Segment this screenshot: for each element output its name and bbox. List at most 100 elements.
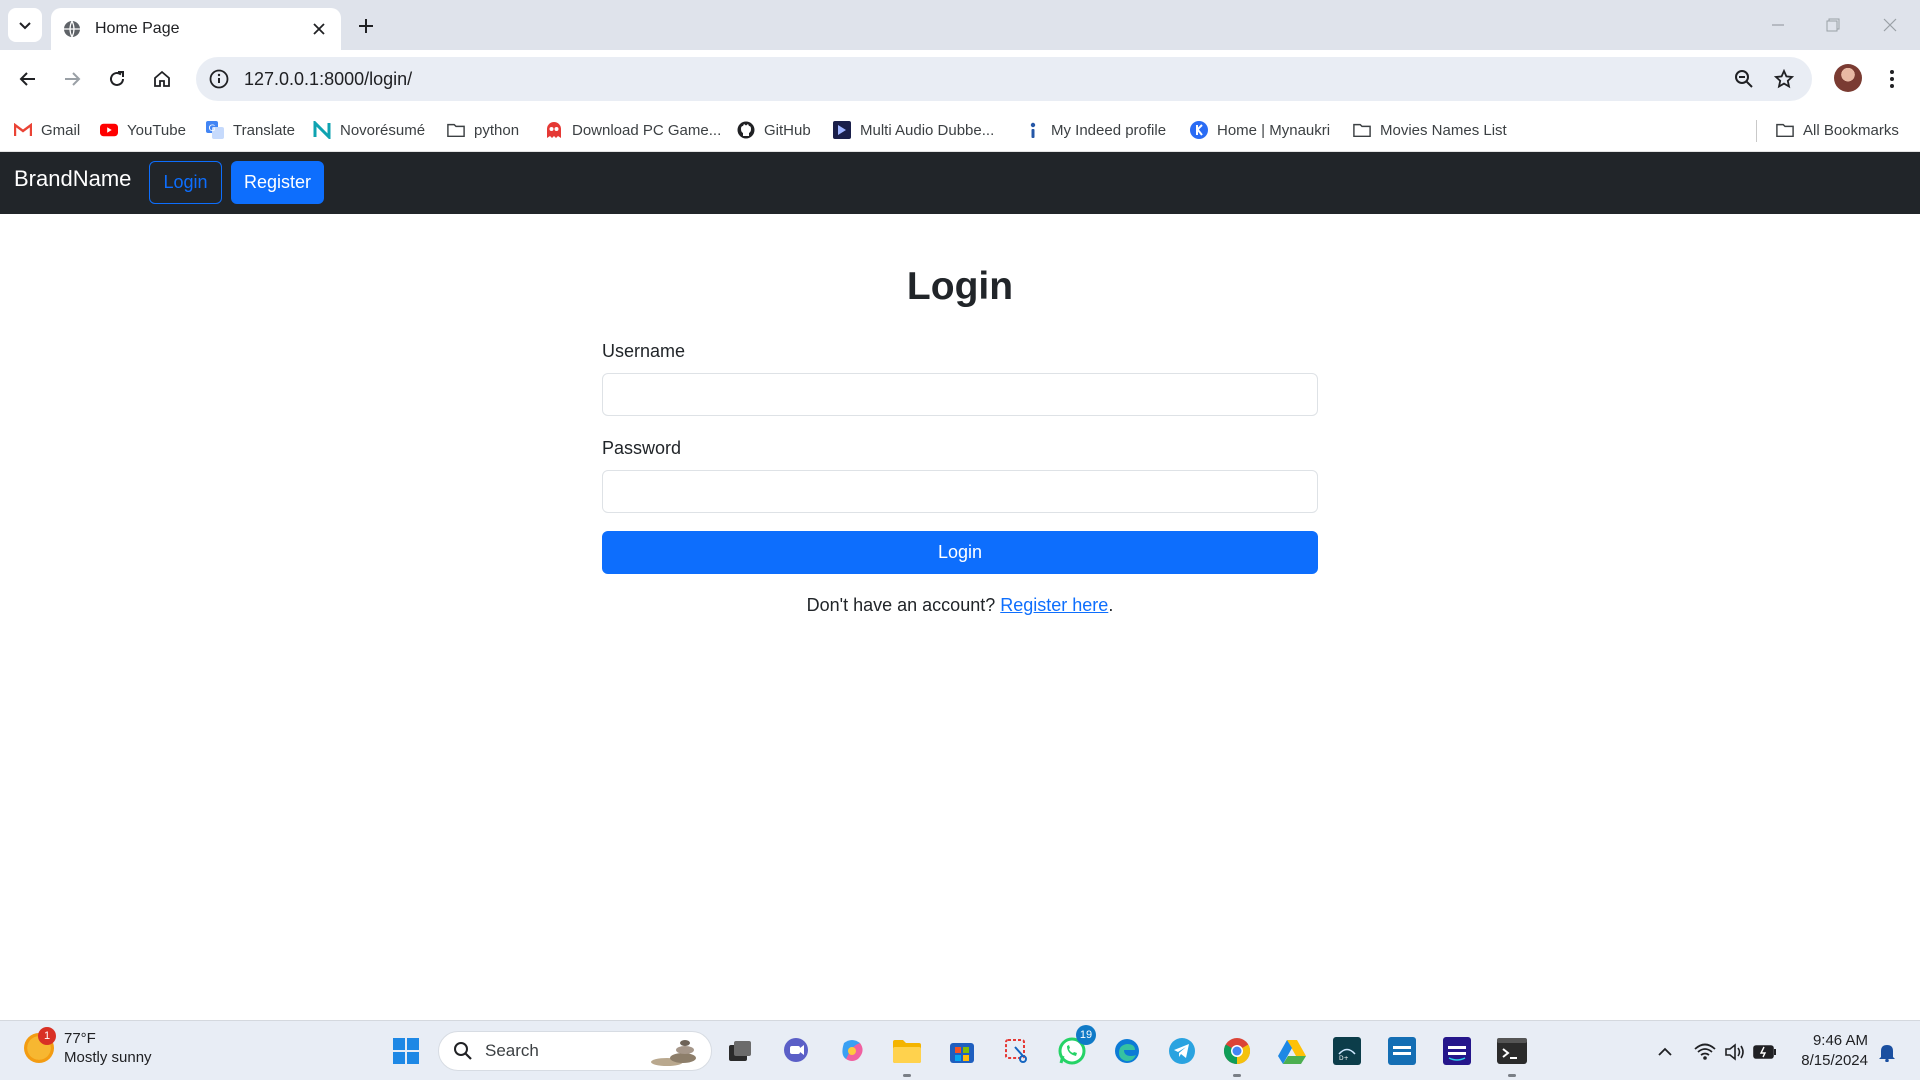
profile-avatar[interactable] bbox=[1834, 64, 1862, 92]
all-bookmarks-button[interactable]: All Bookmarks bbox=[1776, 108, 1899, 152]
password-input[interactable] bbox=[602, 470, 1318, 513]
bookmark-movies-folder[interactable]: Movies Names List bbox=[1353, 108, 1507, 152]
youtube-icon bbox=[100, 121, 118, 139]
url-text[interactable]: 127.0.0.1:8000/login/ bbox=[244, 69, 412, 90]
globe-icon bbox=[64, 20, 80, 38]
snipping-icon bbox=[1005, 1039, 1027, 1063]
bookmark-star-button[interactable] bbox=[1768, 63, 1800, 95]
address-bar[interactable]: 127.0.0.1:8000/login/ bbox=[196, 57, 1812, 101]
taskbar-search[interactable]: Search bbox=[438, 1031, 712, 1071]
google-drive-button[interactable] bbox=[1274, 1033, 1310, 1069]
arrow-left-icon bbox=[19, 72, 35, 86]
new-tab-button[interactable] bbox=[352, 12, 380, 40]
google-drive-icon bbox=[1278, 1040, 1306, 1064]
bookmark-multi-audio[interactable]: Multi Audio Dubbe... bbox=[833, 108, 994, 152]
wifi-button[interactable] bbox=[1692, 1039, 1718, 1065]
browser-toolbar: 127.0.0.1:8000/login/ bbox=[0, 50, 1920, 108]
novoresume-icon bbox=[313, 121, 331, 139]
chrome-button[interactable] bbox=[1219, 1033, 1255, 1077]
start-button[interactable] bbox=[388, 1033, 424, 1069]
bookmark-label: Gmail bbox=[41, 121, 81, 139]
prime-video-button[interactable] bbox=[1384, 1033, 1420, 1069]
star-icon bbox=[1774, 69, 1794, 89]
bookmark-label: Multi Audio Dubbe... bbox=[860, 121, 995, 139]
browser-tab[interactable]: Home Page bbox=[51, 8, 341, 50]
telegram-icon bbox=[1169, 1038, 1195, 1064]
bookmark-pc-games[interactable]: Download PC Game... bbox=[545, 108, 721, 152]
bookmark-gmail[interactable]: Gmail bbox=[14, 108, 80, 152]
tab-search-button[interactable] bbox=[8, 8, 42, 42]
close-icon bbox=[1883, 18, 1897, 32]
username-input[interactable] bbox=[602, 373, 1318, 416]
bookmark-translate[interactable]: G Translate bbox=[206, 108, 295, 152]
battery-charging-icon bbox=[1753, 1045, 1776, 1059]
nav-login-button[interactable]: Login bbox=[149, 161, 222, 204]
zoom-button[interactable] bbox=[1728, 63, 1760, 95]
sun-icon: 1 bbox=[24, 1027, 56, 1063]
arrow-right-icon bbox=[65, 72, 81, 86]
show-hidden-icons-button[interactable] bbox=[1652, 1039, 1678, 1065]
reload-button[interactable] bbox=[101, 63, 133, 95]
volume-button[interactable] bbox=[1722, 1039, 1748, 1065]
zoom-icon bbox=[1735, 70, 1753, 88]
bookmark-indeed[interactable]: My Indeed profile bbox=[1024, 108, 1166, 152]
speaker-icon bbox=[1725, 1043, 1744, 1061]
bookmarks-bar: Gmail YouTube G Translate Novorésumé pyt… bbox=[0, 108, 1920, 152]
weather-widget[interactable]: 1 77°F Mostly sunny bbox=[24, 1027, 152, 1067]
bookmark-github[interactable]: GitHub bbox=[737, 108, 811, 152]
svg-text:G: G bbox=[209, 124, 216, 134]
system-clock[interactable]: 9:46 AM 8/15/2024 bbox=[1790, 1031, 1868, 1071]
whatsapp-button[interactable]: 19 bbox=[1054, 1025, 1096, 1069]
terminal-button[interactable] bbox=[1494, 1033, 1530, 1077]
minimize-button[interactable] bbox=[1758, 10, 1798, 40]
bookmark-label: Translate bbox=[233, 121, 295, 139]
notifications-button[interactable] bbox=[1874, 1039, 1900, 1065]
bookmark-youtube[interactable]: YouTube bbox=[100, 108, 186, 152]
reload-icon bbox=[110, 71, 124, 86]
home-button[interactable] bbox=[146, 63, 178, 95]
folder-icon bbox=[1776, 121, 1794, 139]
bookmark-novoresume[interactable]: Novorésumé bbox=[313, 108, 425, 152]
chat-icon bbox=[784, 1038, 808, 1062]
minimize-icon bbox=[1772, 24, 1784, 26]
bookmarks-separator bbox=[1756, 120, 1757, 142]
brand-link[interactable]: BrandName bbox=[14, 166, 131, 192]
naukri-icon bbox=[1190, 121, 1208, 139]
forward-button[interactable] bbox=[56, 63, 88, 95]
copilot-button[interactable] bbox=[834, 1033, 870, 1069]
search-label: Search bbox=[485, 1041, 539, 1060]
chat-app-button[interactable] bbox=[778, 1033, 814, 1069]
bookmark-python-folder[interactable]: python bbox=[447, 108, 519, 152]
task-view-button[interactable] bbox=[722, 1033, 758, 1069]
nav-register-button[interactable]: Register bbox=[231, 161, 324, 204]
windows-icon bbox=[393, 1038, 419, 1064]
register-link[interactable]: Register here bbox=[1000, 595, 1108, 615]
file-explorer-button[interactable] bbox=[889, 1033, 925, 1077]
battery-button[interactable] bbox=[1752, 1039, 1778, 1065]
store-button[interactable] bbox=[944, 1033, 980, 1069]
restore-button[interactable] bbox=[1813, 10, 1853, 40]
chevron-down-icon bbox=[19, 22, 31, 30]
disney-plus-icon: D+ bbox=[1333, 1037, 1361, 1065]
wifi-icon bbox=[1694, 1043, 1716, 1060]
chevron-up-icon bbox=[1658, 1047, 1672, 1056]
bookmark-label: My Indeed profile bbox=[1051, 121, 1167, 139]
edge-button[interactable] bbox=[1109, 1033, 1145, 1069]
disney-plus-button[interactable]: D+ bbox=[1329, 1033, 1365, 1069]
whatsapp-badge: 19 bbox=[1076, 1025, 1096, 1045]
login-submit-button[interactable]: Login bbox=[602, 531, 1318, 574]
menu-button[interactable] bbox=[1876, 63, 1908, 95]
all-bookmarks-label: All Bookmarks bbox=[1803, 121, 1899, 139]
back-button[interactable] bbox=[12, 63, 44, 95]
snipping-tool-button[interactable] bbox=[999, 1033, 1035, 1069]
weather-temp: 77°F bbox=[64, 1030, 96, 1047]
site-info-icon[interactable] bbox=[208, 68, 230, 90]
telegram-button[interactable] bbox=[1164, 1033, 1200, 1069]
close-tab-icon[interactable] bbox=[309, 19, 329, 39]
store-icon bbox=[950, 1043, 974, 1063]
running-indicator bbox=[1508, 1074, 1516, 1077]
amazon-music-button[interactable] bbox=[1439, 1033, 1475, 1069]
close-window-button[interactable] bbox=[1870, 10, 1910, 40]
page-title: Login bbox=[906, 265, 1014, 308]
bookmark-naukri[interactable]: Home | Mynaukri bbox=[1190, 108, 1330, 152]
